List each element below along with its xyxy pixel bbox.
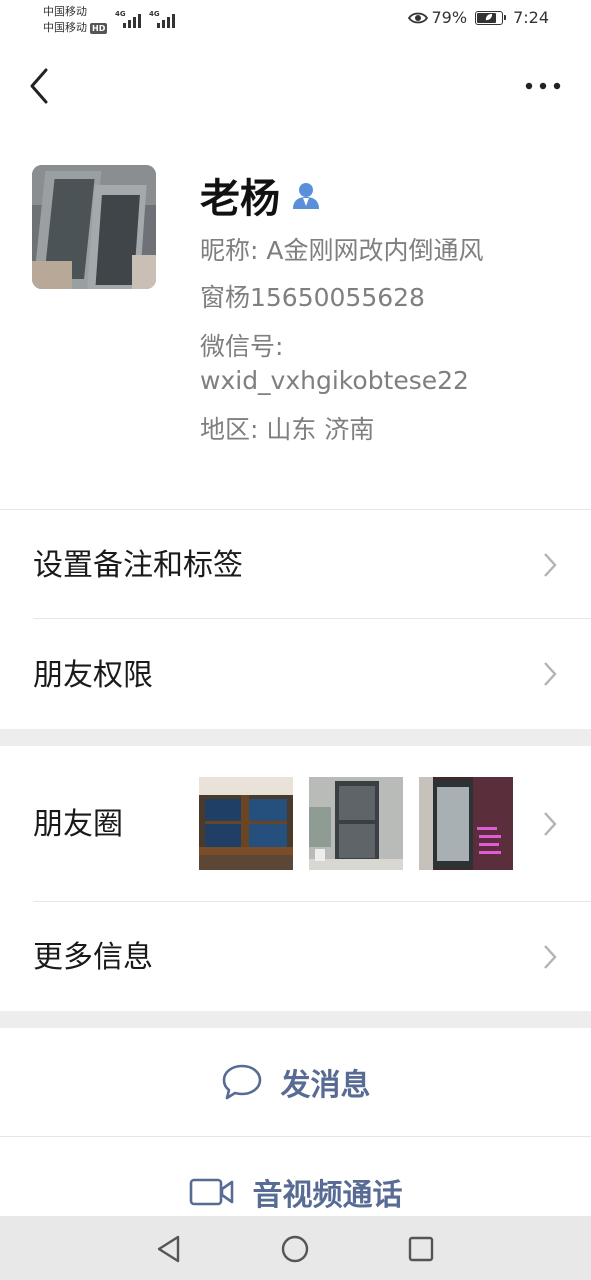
carrier-2: 中国移动: [43, 21, 87, 34]
nav-recents-square-icon[interactable]: [404, 1232, 438, 1266]
moments-photo-3[interactable]: [419, 777, 513, 870]
remark-row[interactable]: 设置备注和标签: [0, 510, 591, 618]
remark-label: 设置备注和标签: [33, 548, 243, 583]
permissions-label: 朋友权限: [33, 658, 153, 693]
video-call-label: 音视频通话: [252, 1178, 403, 1213]
section-gap: [0, 729, 591, 746]
signal-indicators: 4G 4G: [115, 10, 177, 28]
region: 地区: 山东 济南: [200, 415, 375, 444]
nav-home-circle-icon[interactable]: [278, 1232, 312, 1266]
wechat-id-value: wxid_vxhgikobtese22: [200, 366, 469, 395]
battery-icon: [475, 10, 507, 25]
nickname-continued: 窗杨15650055628: [200, 283, 425, 312]
send-message-button[interactable]: 发消息: [0, 1028, 591, 1136]
moments-photo-2[interactable]: [309, 777, 403, 870]
carrier-1: 中国移动: [43, 5, 87, 18]
chat-bubble-icon: [222, 1064, 261, 1100]
avatar[interactable]: [32, 165, 156, 289]
eye-comfort-icon: [407, 12, 428, 23]
chevron-right-icon: [544, 812, 557, 836]
status-bar: 中国移动 中国移动 HD 4G 4G 79% 7:24: [0, 0, 591, 40]
chevron-right-icon: [544, 945, 557, 969]
signal-2-icon: 4G: [149, 10, 177, 28]
nickname: 昵称: A金刚网改内倒通风: [200, 236, 484, 265]
chevron-right-icon: [544, 662, 557, 686]
name-row: 老杨: [200, 168, 322, 222]
clock: 7:24: [513, 8, 549, 27]
more-info-row[interactable]: 更多信息: [0, 902, 591, 1011]
system-navigation-bar: [0, 1216, 591, 1280]
carrier-info: 中国移动 中国移动 HD: [43, 4, 108, 36]
contact-profile-screen: 中国移动 中国移动 HD 4G 4G 79% 7:24 老杨 昵称: A金刚网改…: [0, 0, 591, 1280]
chevron-right-icon: [544, 553, 557, 577]
battery-percent: 79%: [431, 8, 468, 27]
hd-badge: HD: [90, 22, 108, 34]
wechat-id-label: 微信号:: [200, 332, 284, 361]
contact-name: 老杨: [200, 176, 280, 222]
signal-1-icon: 4G: [115, 10, 143, 28]
wechat-id: 微信号: wxid_vxhgikobtese22: [200, 330, 469, 398]
moments-label: 朋友圈: [33, 807, 123, 842]
send-message-label: 发消息: [280, 1068, 371, 1103]
back-button[interactable]: [22, 64, 56, 108]
section-gap: [0, 1011, 591, 1028]
status-right: 79% 7:24: [407, 8, 549, 27]
moments-photo-1[interactable]: [199, 777, 293, 870]
video-camera-icon: [189, 1178, 233, 1206]
permissions-row[interactable]: 朋友权限: [0, 619, 591, 729]
nav-back-triangle-icon[interactable]: [152, 1232, 186, 1266]
more-info-label: 更多信息: [33, 940, 153, 975]
more-options-button[interactable]: [523, 74, 563, 98]
person-icon: [293, 183, 319, 209]
